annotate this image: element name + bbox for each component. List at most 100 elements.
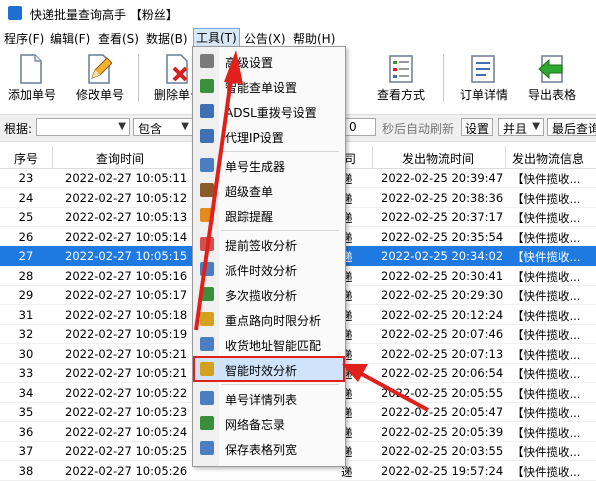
tools-menu-item[interactable]: 重点路向时限分析	[195, 308, 343, 330]
cell-query-time: 2022-02-27 10:05:15	[65, 249, 188, 263]
view-mode-label: 查看方式	[376, 88, 425, 102]
cell-sent-time: 2022-02-25 20:38:36	[381, 190, 504, 205]
cell-query-time: 2022-02-27 10:05:24	[65, 424, 188, 439]
column-header-sent-info[interactable]: 发出物流信息	[512, 150, 584, 167]
cell-number: 30	[18, 346, 34, 361]
tools-menu-item[interactable]: 单号生成器	[195, 154, 343, 176]
smart-query-icon	[200, 79, 214, 93]
menu-view[interactable]: 查看(S)	[98, 30, 139, 47]
tools-menu-item-label: 派件时效分析	[225, 264, 298, 278]
tools-menu-item-label: 提前签收分析	[225, 239, 298, 253]
menu-program[interactable]: 程序(F)	[4, 30, 44, 47]
cell-number: 27	[18, 249, 34, 263]
export-table-button[interactable]: 导出表格	[520, 48, 584, 108]
cell-sent-info: 【快件揽收...	[512, 308, 581, 323]
cell-sent-info: 【快件揽收...	[512, 269, 581, 284]
tools-menu-item-label: 单号生成器	[225, 160, 286, 174]
add-number-button[interactable]: 添加单号	[0, 48, 64, 108]
tools-menu-item[interactable]: 智能时效分析	[193, 356, 345, 382]
tools-menu-item[interactable]: 智能查单设置	[195, 75, 343, 97]
cell-sent-time: 2022-02-25 20:05:39	[381, 424, 504, 439]
menu-help[interactable]: 帮助(H)	[293, 30, 335, 47]
cell-sent-time: 2022-02-25 20:12:24	[381, 307, 504, 322]
tools-menu-item-label: 单号详情列表	[225, 393, 298, 407]
tools-menu-item[interactable]: 高级设置	[195, 50, 343, 72]
tools-menu-item-label: 收货地址智能匹配	[225, 339, 322, 353]
tools-menu-item-label: 多次揽收分析	[225, 289, 298, 303]
cell-number: 28	[18, 268, 34, 283]
cell-query-time: 2022-02-27 10:05:17	[65, 288, 188, 302]
cell-sent-time: 2022-02-25 20:07:13	[381, 346, 504, 361]
menu-announcement[interactable]: 公告(X)	[244, 30, 286, 47]
cell-query-time: 2022-02-27 10:05:14	[65, 229, 188, 244]
cell-query-time: 2022-02-27 10:05:25	[65, 444, 188, 458]
new-document-icon	[20, 54, 42, 84]
cell-sent-time: 2022-02-25 19:57:24	[381, 463, 504, 478]
window-title: 快递批量查询高手 【粉丝】	[30, 8, 178, 22]
cell-sent-time: 2022-02-25 20:07:46	[381, 327, 504, 341]
match-value: 包含	[138, 122, 163, 136]
tools-menu-item[interactable]: ADSL重拨号设置	[195, 100, 343, 122]
tools-menu-item[interactable]: 派件时效分析	[195, 258, 343, 280]
cell-query-time: 2022-02-27 10:05:12	[65, 190, 188, 205]
match-select[interactable]: 包含 ▼	[133, 118, 193, 136]
tools-menu-item-label: ADSL重拨号设置	[225, 106, 317, 120]
basis-label: 根据:	[4, 122, 33, 136]
cell-sent-info: 【快件揽收...	[512, 386, 581, 401]
edit-number-button[interactable]: 修改单号	[68, 48, 132, 108]
tools-menu-item[interactable]: 超级查单	[195, 179, 343, 201]
cell-sent-info: 【快件揽收...	[512, 230, 581, 245]
tools-menu-item[interactable]: 跟踪提醒	[195, 204, 343, 226]
tools-menu-item[interactable]: 多次揽收分析	[195, 283, 343, 305]
export-table-label: 导出表格	[527, 88, 576, 102]
cell-sent-info: 【快件揽收...	[512, 406, 581, 420]
column-header-query-time[interactable]: 查询时间	[96, 150, 144, 167]
cell-sent-time: 2022-02-25 20:34:02	[381, 249, 504, 263]
cell-query-time: 2022-02-27 10:05:11	[65, 171, 188, 185]
cell-sent-time: 2022-02-25 20:06:54	[381, 366, 504, 380]
basis-select[interactable]: ▼	[36, 118, 130, 136]
tools-menu-item[interactable]: 代理IP设置	[195, 125, 343, 147]
table-icon	[200, 441, 214, 455]
search-icon	[200, 183, 214, 197]
column-header-no[interactable]: 序号	[0, 150, 52, 167]
memo-icon	[200, 416, 214, 430]
cell-query-time: 2022-02-27 10:05:16	[65, 268, 188, 283]
cell-number: 38	[18, 463, 34, 478]
view-mode-button[interactable]: 查看方式	[366, 48, 436, 108]
tools-menu-item[interactable]: 保存表格列宽	[195, 437, 343, 459]
view-list-icon	[389, 55, 413, 83]
menu-tools[interactable]: 工具(T)	[193, 28, 240, 47]
cell-number: 29	[18, 288, 34, 302]
last-query-select[interactable]: 最后查询	[547, 118, 596, 136]
cell-sent-time: 2022-02-25 20:35:54	[381, 229, 504, 244]
logic-select[interactable]: 并且 ▼	[498, 118, 544, 136]
cell-number: 24	[18, 190, 34, 205]
cell-sent-time: 2022-02-25 20:39:47	[381, 171, 504, 185]
cell-number: 33	[18, 366, 34, 380]
menu-data[interactable]: 数据(B)	[146, 30, 188, 47]
cell-number: 31	[18, 307, 34, 322]
order-detail-label: 订单详情	[459, 88, 508, 102]
tools-menu-item[interactable]: 提前签收分析	[195, 233, 343, 255]
monitor-icon	[200, 129, 214, 143]
cell-sent-time: 2022-02-25 20:05:55	[381, 385, 504, 400]
cell-sent-time: 2022-02-25 20:30:41	[381, 268, 504, 283]
route-chart-icon	[200, 312, 214, 326]
column-header-sent-time[interactable]: 发出物流时间	[402, 150, 474, 167]
cell-sent-info: 【快件揽收...	[512, 367, 581, 381]
settings-button[interactable]: 设置	[461, 118, 494, 136]
order-detail-button[interactable]: 订单详情	[452, 48, 516, 108]
cell-sent-time: 2022-02-25 20:29:30	[381, 288, 504, 302]
address-icon	[200, 337, 214, 351]
cell-sent-info: 【快件揽收...	[512, 172, 581, 186]
cell-query-time: 2022-02-27 10:05:22	[65, 385, 188, 400]
export-arrow-icon	[538, 55, 563, 83]
tools-menu-item[interactable]: 网络备忘录	[195, 412, 343, 434]
tools-menu-item[interactable]: 收货地址智能匹配	[195, 333, 343, 355]
seconds-input[interactable]: 0	[344, 118, 376, 136]
tools-menu-item[interactable]: 单号详情列表	[195, 387, 343, 409]
cell-number: 23	[18, 171, 34, 185]
menu-edit[interactable]: 编辑(F)	[50, 30, 90, 47]
cell-sent-time: 2022-02-25 20:05:47	[381, 405, 504, 419]
